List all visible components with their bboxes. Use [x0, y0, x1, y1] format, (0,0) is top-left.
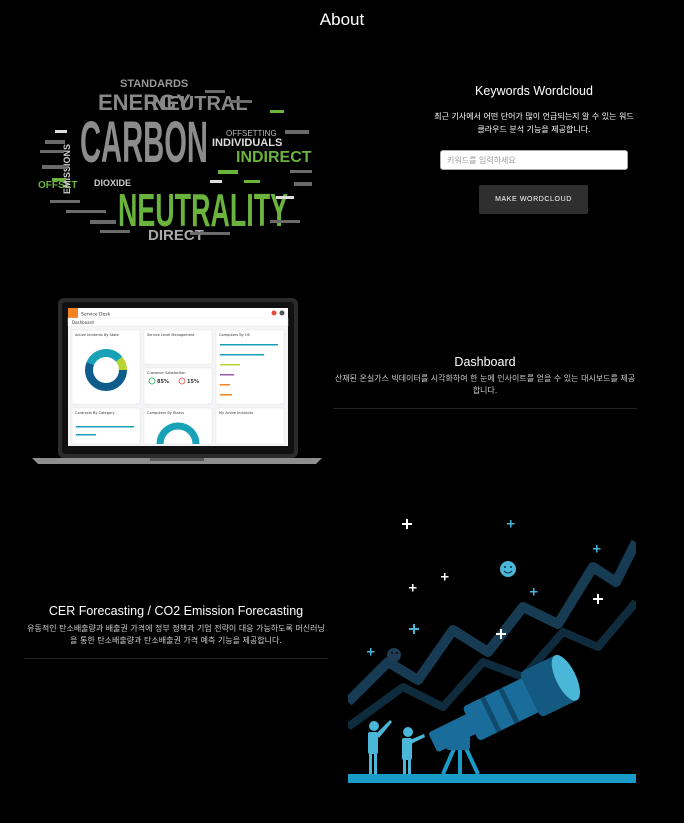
card-service-level: Service Level Management [147, 333, 195, 337]
word-offsetting: OFFSETTING [226, 129, 277, 138]
card-computers-by-os: Computers By OS [219, 333, 251, 337]
word-direct: DIRECT [148, 227, 204, 244]
dashboard-description: 산재된 온실가스 빅데이터를 시각화하여 한 눈에 인사이트를 얻을 수 있는 … [334, 374, 636, 395]
dashboard-heading: Dashboard [454, 355, 516, 369]
card-contracts-by-category: Contracts By Category [75, 411, 115, 415]
forecast-heading: CER Forecasting / CO2 Emission Forecasti… [48, 604, 304, 618]
divider [24, 658, 328, 659]
word-individuals: INDIVIDUALS [212, 137, 282, 149]
forecast-section: CER Forecasting / CO2 Emission Forecasti… [24, 604, 328, 659]
smiley-planet-icon [500, 561, 516, 577]
sat-change: 15% [187, 379, 199, 385]
dashboard-section: Dashboard 산재된 온실가스 빅데이터를 시각화하여 한 눈에 인사이트… [333, 355, 637, 409]
keyword-input[interactable] [440, 150, 628, 170]
word-carbon: CARBON [80, 110, 208, 175]
word-indirect: INDIRECT [236, 149, 312, 166]
card-my-active-incidents: My Active Incidents [219, 411, 253, 415]
carbon-neutrality-wordcloud-image: STANDARDS ENERGY NEUTRAL CARBON NEUTRALI… [38, 78, 312, 244]
make-wordcloud-button[interactable]: MAKE WORDCLOUD [479, 185, 588, 214]
star-icons [402, 519, 603, 639]
forecast-description: 유동적인 탄소배출량과 배출권 가격에 정부 정책과 기업 전략이 대응 가능하… [27, 624, 325, 645]
wordcloud-panel: Keywords Wordcloud 최근 기사에서 어떤 단어가 많이 언급되… [432, 80, 636, 214]
word-standards: STANDARDS [120, 78, 188, 90]
wordcloud-description: 최근 기사에서 어떤 단어가 많이 언급되는지 알 수 있는 워드클라우드 분석… [434, 112, 634, 134]
page-title: About [319, 10, 365, 29]
wordcloud-heading: Keywords Wordcloud [475, 84, 593, 98]
telescope-illustration [348, 519, 636, 783]
people-figures [368, 720, 425, 774]
sad-planet-icon [387, 648, 401, 662]
dashboard-laptop-image: Service Desk Dashboard Active Incidents … [32, 298, 322, 464]
sat-percent: 85% [157, 379, 169, 385]
screen-app-name: Service Desk [81, 312, 111, 318]
screen-page-label: Dashboard [72, 320, 94, 325]
card-incidents-by-state: Active Incidents By State [75, 333, 119, 337]
card-customer-satisfaction: Customer Satisfaction [147, 371, 186, 375]
divider [333, 408, 637, 409]
word-dioxide: DIOXIDE [94, 178, 131, 188]
card-computers-by-status: Computers By Status [147, 411, 184, 415]
